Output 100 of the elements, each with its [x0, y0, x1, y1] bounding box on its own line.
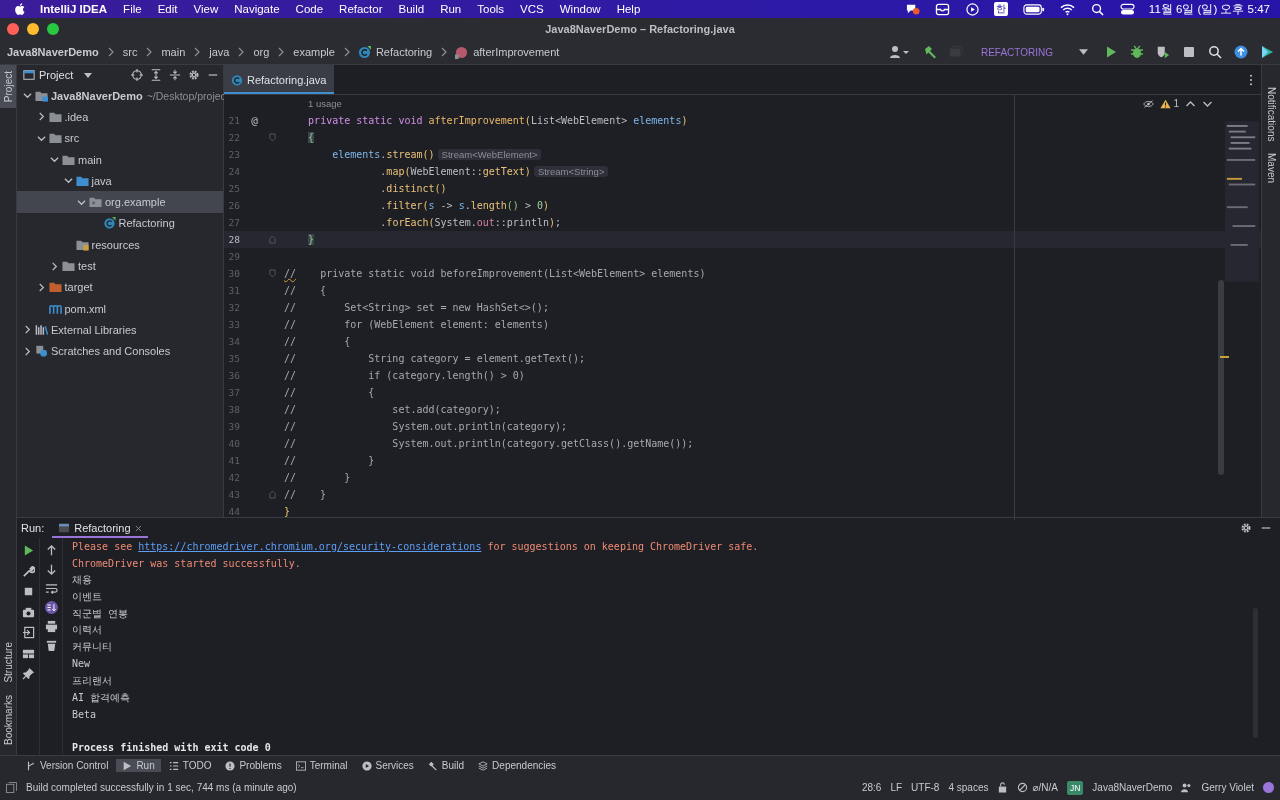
tree-item[interactable]: Scratches and Consoles: [17, 340, 223, 362]
print-icon[interactable]: [44, 620, 58, 633]
bug-icon[interactable]: [1130, 45, 1144, 59]
search-icon[interactable]: [1089, 2, 1105, 16]
tool-window-tab[interactable]: Maven: [1265, 153, 1277, 184]
menu-item[interactable]: Build: [398, 3, 425, 15]
gutter-marker[interactable]: @: [251, 114, 258, 127]
scrollbar[interactable]: [1218, 280, 1224, 475]
wrench-icon[interactable]: [21, 564, 35, 578]
usage-hint[interactable]: 1 usage: [308, 98, 342, 109]
chevron-up-icon[interactable]: [1185, 98, 1196, 109]
zoom-button[interactable]: [47, 23, 59, 35]
tree-item[interactable]: main: [17, 148, 223, 171]
file-encoding[interactable]: UTF-8: [911, 782, 940, 793]
lock-icon[interactable]: [997, 782, 1009, 793]
breadcrumb[interactable]: main: [160, 46, 187, 58]
caret-position[interactable]: 28:6: [861, 782, 882, 793]
input-method-indicator[interactable]: 한: [993, 2, 1008, 16]
breadcrumb[interactable]: Java8NaverDemo: [6, 46, 100, 58]
run-configuration-dropdown[interactable]: REFACTORING: [976, 44, 1092, 60]
tool-window-button[interactable]: Run: [116, 759, 161, 772]
tool-window-tab[interactable]: Structure: [0, 636, 16, 689]
tool-window-button[interactable]: TODO: [162, 759, 218, 772]
tree-item[interactable]: resources: [17, 234, 223, 256]
warning-count[interactable]: 1: [1173, 98, 1179, 109]
tree-item[interactable]: pom.xml: [17, 297, 223, 320]
battery-icon[interactable]: [1022, 2, 1045, 16]
tool-window-button[interactable]: Version Control: [20, 759, 115, 772]
tool-window-button[interactable]: Build: [421, 759, 471, 772]
run-icon[interactable]: [1104, 45, 1118, 59]
menu-item[interactable]: VCS: [520, 3, 544, 15]
chevron-icon[interactable]: [23, 346, 32, 356]
chevron-icon[interactable]: [63, 176, 73, 186]
tool-window-tab[interactable]: Project: [0, 65, 16, 109]
settings-icon[interactable]: [1240, 522, 1252, 534]
crosshair-icon[interactable]: [131, 69, 143, 81]
camera-icon[interactable]: [21, 605, 35, 619]
menu-item[interactable]: Edit: [157, 3, 178, 15]
tree-item[interactable]: org.example: [17, 191, 223, 213]
eye-slash-icon[interactable]: [1143, 98, 1155, 109]
close-button[interactable]: [7, 23, 19, 35]
caret-icon[interactable]: [84, 72, 93, 78]
menu-item[interactable]: Navigate: [234, 3, 280, 15]
chevron-icon[interactable]: [36, 282, 46, 292]
panel-toggle-icon[interactable]: [6, 782, 17, 793]
chevron-icon[interactable]: [23, 91, 32, 101]
breadcrumb[interactable]: example: [292, 46, 336, 58]
chat-icon[interactable]: [904, 2, 920, 16]
warning-icon[interactable]: [1160, 98, 1172, 109]
close-icon[interactable]: [134, 524, 142, 532]
vcs-status[interactable]: ⌀/N/A: [1032, 782, 1058, 793]
line-separator[interactable]: LF: [890, 782, 903, 793]
stop-icon[interactable]: [1182, 45, 1196, 59]
user-name[interactable]: Gerry Violet: [1201, 782, 1254, 793]
tree-item[interactable]: Refactoring: [17, 212, 223, 235]
menu-item[interactable]: View: [193, 3, 219, 15]
indent-setting[interactable]: 4 spaces: [948, 782, 989, 793]
tool-window-button[interactable]: Services: [355, 759, 420, 772]
tree-item[interactable]: External Libraries: [17, 319, 223, 341]
wrap-icon[interactable]: [44, 582, 58, 595]
control-center-icon[interactable]: [1119, 2, 1135, 16]
settings-icon[interactable]: [188, 69, 200, 81]
breadcrumb[interactable]: afterImprovement: [472, 46, 561, 58]
user-icon[interactable]: [888, 45, 911, 59]
menu-item[interactable]: File: [123, 3, 142, 15]
code-minimap-drawing[interactable]: [1225, 119, 1259, 284]
tool-window-tab[interactable]: Bookmarks: [0, 689, 16, 751]
tool-window-button[interactable]: Dependencies: [472, 759, 563, 772]
chevron-icon[interactable]: [50, 155, 59, 165]
chevron-icon[interactable]: [77, 197, 86, 207]
inbox-icon[interactable]: [934, 2, 950, 16]
apple-icon[interactable]: [14, 2, 26, 16]
editor-tab[interactable]: Refactoring.java: [224, 65, 334, 94]
panel-title[interactable]: Project: [39, 69, 74, 81]
project-badge[interactable]: JN: [1066, 780, 1084, 795]
menu-item[interactable]: Refactor: [339, 3, 383, 15]
tool-window-button[interactable]: Terminal: [289, 759, 354, 772]
menu-item[interactable]: Help: [616, 3, 641, 15]
users-icon[interactable]: [1181, 782, 1193, 793]
tree-item[interactable]: test: [17, 255, 223, 277]
expand-all-icon[interactable]: [150, 69, 162, 81]
chevron-icon[interactable]: [23, 325, 32, 335]
menu-item[interactable]: Tools: [477, 3, 505, 15]
search-icon[interactable]: [1208, 45, 1222, 59]
plugin-icon[interactable]: [1260, 45, 1274, 59]
trash-icon[interactable]: [44, 639, 58, 652]
chevron-icon[interactable]: [36, 112, 46, 122]
tool-window-button[interactable]: Problems: [219, 759, 288, 772]
run-tab[interactable]: Refactoring: [52, 518, 148, 538]
breadcrumb[interactable]: Refactoring: [374, 46, 434, 58]
project-name[interactable]: Java8NaverDemo: [1092, 782, 1173, 793]
tree-item[interactable]: target: [17, 276, 223, 298]
status-message[interactable]: Build completed successfully in 1 sec, 744 ms (a minute ago): [26, 782, 297, 793]
tree-item[interactable]: Java8NaverDemo ~/Desktop/projec: [17, 85, 223, 107]
hammer-icon[interactable]: [922, 45, 937, 59]
login-icon[interactable]: [21, 626, 35, 639]
avatar[interactable]: [1263, 782, 1274, 793]
menu-item[interactable]: Code: [295, 3, 324, 15]
tool-window-tab[interactable]: Notifications: [1265, 87, 1277, 142]
tree-item[interactable]: src: [17, 127, 223, 149]
